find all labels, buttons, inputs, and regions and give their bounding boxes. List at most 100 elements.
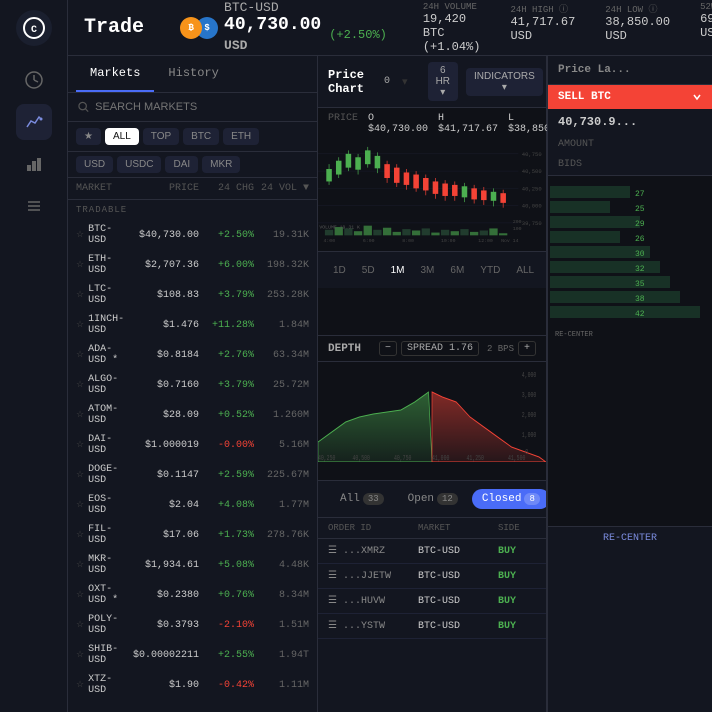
market-price: $2,707.36: [129, 260, 199, 271]
order-side: BUY: [498, 546, 546, 557]
logo[interactable]: C: [16, 10, 52, 46]
market-row[interactable]: ☆ FIL-USD $17.06 +1.73% 278.76K: [68, 520, 317, 550]
svg-text:2,000: 2,000: [522, 411, 537, 419]
svg-text:100: 100: [513, 226, 522, 232]
svg-text:40,250: 40,250: [522, 185, 542, 192]
filter-button[interactable]: ETH: [223, 128, 259, 145]
market-row[interactable]: ☆ EOS-USD $2.04 +4.08% 1.77M: [68, 490, 317, 520]
orders-row[interactable]: ☰ ...XMRZ BTC-USD BUY TWAP WORKING 40,00…: [318, 539, 546, 564]
star-icon[interactable]: ☆: [76, 500, 84, 510]
market-change: +0.76%: [199, 590, 254, 601]
time-button[interactable]: ALL: [511, 263, 539, 278]
orders-tab-closed[interactable]: Closed8: [472, 489, 546, 509]
star-icon[interactable]: ☆: [76, 590, 84, 600]
market-volume: 198.32K: [254, 260, 309, 271]
star-icon[interactable]: ☆: [76, 620, 84, 630]
star-icon[interactable]: ☆: [76, 560, 84, 570]
order-market: BTC-USD: [418, 546, 498, 557]
star-icon[interactable]: ☆: [76, 470, 84, 480]
filter-button-2[interactable]: DAI: [165, 156, 198, 173]
tab-label: Open: [408, 493, 434, 505]
star-icon[interactable]: ☆: [76, 290, 84, 300]
price-ladder-header: Price La...: [548, 56, 712, 85]
star-icon[interactable]: ☆: [76, 440, 84, 450]
filter-button[interactable]: BTC: [183, 128, 219, 145]
price-ohlc: PRICE O $40,730.00 H $41,717.67 L $38,85…: [318, 108, 546, 140]
star-icon[interactable]: ☆: [76, 260, 84, 270]
star-icon[interactable]: ☆: [76, 230, 84, 240]
timeframe-button[interactable]: 6 HR ▾: [428, 62, 458, 101]
market-row[interactable]: ☆ BTC-USD $40,730.00 +2.50% 19.31K: [68, 220, 317, 250]
market-row[interactable]: ☆ LTC-USD $108.83 +3.79% 253.28K: [68, 280, 317, 310]
filter-button-2[interactable]: USDC: [117, 156, 161, 173]
sidebar-icon-list[interactable]: [16, 188, 52, 224]
time-button[interactable]: 6M: [445, 263, 469, 278]
orders-row[interactable]: ☰ ...JJETW BTC-USD BUY LIMIT CANCELED 42…: [318, 564, 546, 589]
stat-value: 41,717.67 USD: [510, 15, 575, 43]
recenter-button[interactable]: RE-CENTER: [548, 526, 712, 550]
filter-button-2[interactable]: USD: [76, 156, 113, 173]
stat-value: 38,850.00 USD: [605, 15, 670, 43]
market-name: ☆ ADA-USD *: [76, 344, 129, 366]
market-row[interactable]: ☆ ETH-USD $2,707.36 +6.00% 198.32K: [68, 250, 317, 280]
star-icon[interactable]: ☆: [76, 350, 84, 360]
sidebar-icon-chart[interactable]: [16, 104, 52, 140]
candlestick-svg: 40,750 40,500 40,250 40,000 39,750: [318, 140, 546, 247]
time-button[interactable]: YTD: [475, 263, 505, 278]
time-button[interactable]: 1M: [386, 263, 410, 278]
star-icon[interactable]: ☆: [76, 410, 84, 420]
market-row[interactable]: ☆ SHIB-USD $0.00002211 +2.55% 1.94T: [68, 640, 317, 670]
indicators-button[interactable]: INDICATORS ▾: [466, 68, 543, 96]
search-input[interactable]: [95, 101, 307, 113]
market-price: $1.000019: [129, 440, 199, 451]
time-button[interactable]: 3M: [416, 263, 440, 278]
market-row[interactable]: ☆ DAI-USD $1.000019 -0.00% 5.16M: [68, 430, 317, 460]
filter-button[interactable]: ALL: [105, 128, 139, 145]
market-change: +4.08%: [199, 500, 254, 511]
order-market: BTC-USD: [418, 571, 498, 582]
order-market: BTC-USD: [418, 621, 498, 632]
market-volume: 225.67M: [254, 470, 309, 481]
filter-button[interactable]: ★: [76, 128, 101, 145]
market-row[interactable]: ☆ DOGE-USD $0.1147 +2.59% 225.67M: [68, 460, 317, 490]
market-price: $1.90: [129, 680, 199, 691]
market-row[interactable]: ☆ 1INCH-USD $1.476 +11.28% 1.84M: [68, 310, 317, 340]
market-row[interactable]: ☆ MKR-USD $1,934.61 +5.08% 4.48K: [68, 550, 317, 580]
star-icon[interactable]: ☆: [76, 680, 84, 690]
sidebar-icon-clock[interactable]: [16, 62, 52, 98]
filter-button[interactable]: TOP: [143, 128, 179, 145]
star-icon[interactable]: ☆: [76, 650, 84, 660]
svg-text:6:00: 6:00: [363, 238, 375, 244]
market-row[interactable]: ☆ POLY-USD $0.3793 -2.10% 1.51M: [68, 610, 317, 640]
sell-button[interactable]: SELL BTC: [548, 85, 712, 109]
tab-label: All: [340, 493, 360, 505]
filter-button-2[interactable]: MKR: [202, 156, 240, 173]
order-side: BUY: [498, 596, 546, 607]
sidebar-icon-bar[interactable]: [16, 146, 52, 182]
tab-history[interactable]: History: [154, 56, 232, 92]
minus-btn[interactable]: −: [379, 341, 397, 356]
orders-list: ☰ ...XMRZ BTC-USD BUY TWAP WORKING 40,00…: [318, 539, 546, 639]
orders-tab-all[interactable]: All33: [330, 489, 394, 509]
star-icon[interactable]: ☆: [76, 380, 84, 390]
time-button[interactable]: 1D: [328, 263, 351, 278]
orders-tab-open[interactable]: Open12: [398, 489, 468, 509]
market-row[interactable]: ☆ XTZ-USD $1.90 -0.42% 1.11M: [68, 670, 317, 700]
orders-row[interactable]: ☰ ...YSTW BTC-USD BUY TWAP FILLED 41,000…: [318, 614, 546, 639]
market-row[interactable]: ☆ ALGO-USD $0.7160 +3.79% 25.72M: [68, 370, 317, 400]
market-row[interactable]: ☆ ATOM-USD $28.09 +0.52% 1.260M: [68, 400, 317, 430]
star-icon[interactable]: ☆: [76, 320, 84, 330]
time-button[interactable]: 5D: [357, 263, 380, 278]
tab-markets[interactable]: Markets: [76, 56, 154, 92]
sell-label: SELL BTC: [558, 91, 611, 103]
market-row[interactable]: ☆ ADA-USD * $0.8184 +2.76% 63.34M: [68, 340, 317, 370]
market-row[interactable]: ☆ OXT-USD * $0.2380 +0.76% 8.34M: [68, 580, 317, 610]
ohlc-label: PRICE: [328, 113, 358, 135]
pair-price: 40,730.00 USD: [224, 15, 321, 55]
market-name: ☆ DAI-USD: [76, 434, 129, 456]
orders-row[interactable]: ☰ ...HUVW BTC-USD BUY TWAP FILLED 41,500…: [318, 589, 546, 614]
plus-btn[interactable]: +: [518, 341, 536, 356]
svg-text:VOLUME 19.31 K: VOLUME 19.31 K: [319, 224, 360, 230]
star-icon[interactable]: ☆: [76, 530, 84, 540]
depth-spread: − SPREAD 1.76 2 BPS +: [379, 341, 536, 356]
